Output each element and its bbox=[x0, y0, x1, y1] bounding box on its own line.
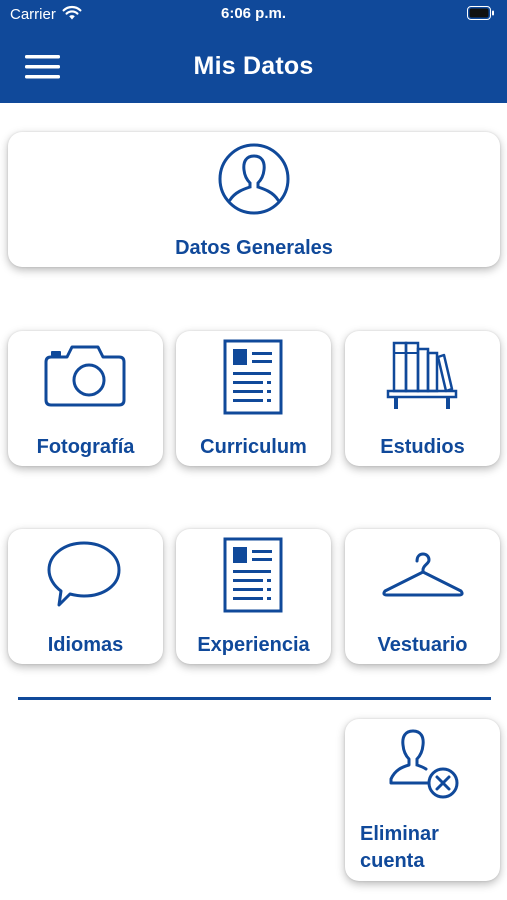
document-icon bbox=[223, 339, 283, 415]
idiomas-tile[interactable]: Idiomas bbox=[8, 529, 163, 664]
user-circle-icon bbox=[218, 143, 290, 215]
fotografia-tile[interactable]: Fotografía bbox=[8, 331, 163, 466]
datos-generales-tile[interactable]: Datos Generales bbox=[8, 132, 500, 267]
vestuario-tile[interactable]: Vestuario bbox=[345, 529, 500, 664]
experiencia-label: Experiencia bbox=[197, 634, 310, 656]
estudios-tile[interactable]: Estudios bbox=[345, 331, 500, 466]
eliminar-cuenta-tile[interactable]: Eliminar cuenta bbox=[345, 719, 500, 881]
bookshelf-icon bbox=[386, 341, 458, 409]
idiomas-label: Idiomas bbox=[47, 634, 124, 656]
top-bar: Carrier 6:06 p.m. Mis Datos bbox=[0, 0, 507, 103]
page-title: Mis Datos bbox=[193, 52, 314, 80]
experiencia-tile[interactable]: Experiencia bbox=[176, 529, 331, 664]
battery-icon bbox=[467, 6, 495, 24]
status-time: 6:06 p.m. bbox=[220, 5, 287, 22]
speech-bubble-icon bbox=[47, 541, 121, 607]
divider bbox=[18, 697, 491, 700]
curriculum-label: Curriculum bbox=[200, 436, 307, 458]
eliminar-cuenta-label-line2: cuenta bbox=[360, 850, 425, 872]
vestuario-label: Vestuario bbox=[377, 634, 468, 656]
datos-generales-label: Datos Generales bbox=[175, 237, 333, 259]
hanger-icon bbox=[382, 552, 464, 597]
fotografia-label: Fotografía bbox=[36, 436, 135, 458]
user-remove-icon bbox=[389, 729, 459, 799]
document-icon bbox=[223, 537, 283, 613]
eliminar-cuenta-label-line1: Eliminar bbox=[360, 823, 439, 845]
camera-icon bbox=[44, 345, 126, 407]
estudios-label: Estudios bbox=[380, 436, 465, 458]
curriculum-tile[interactable]: Curriculum bbox=[176, 331, 331, 466]
eliminar-cuenta-label: Eliminar cuenta bbox=[360, 821, 480, 875]
status-bar: Carrier 6:06 p.m. bbox=[0, 0, 507, 28]
